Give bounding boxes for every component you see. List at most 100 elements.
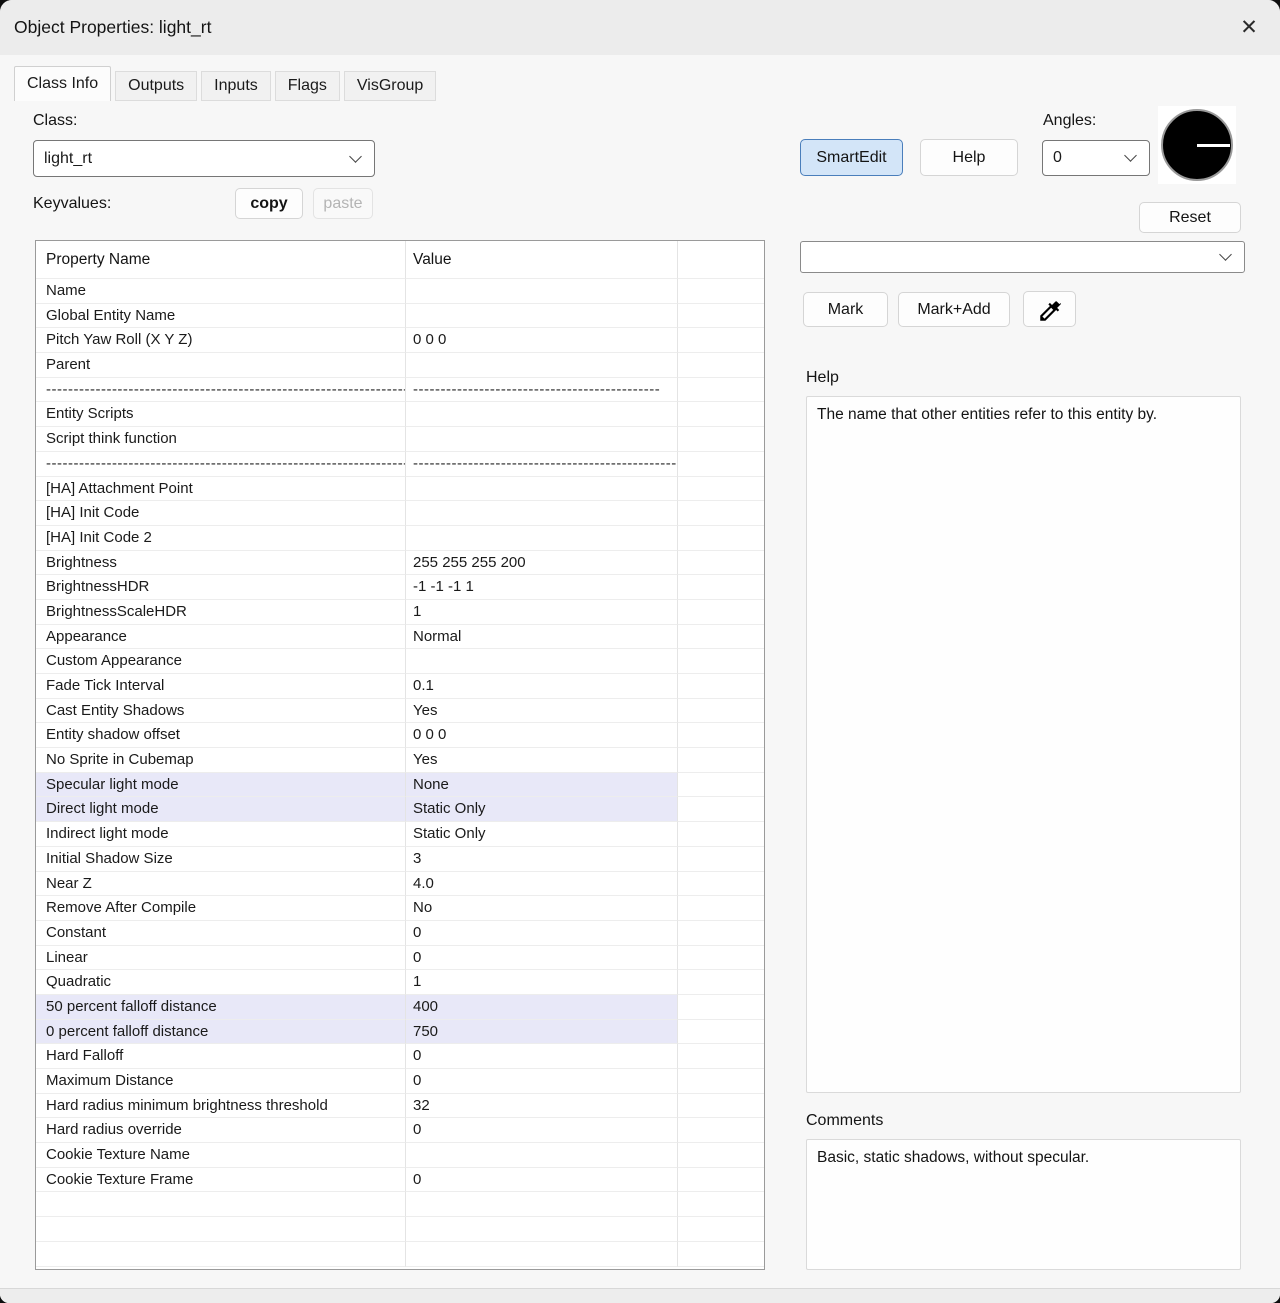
property-name-cell[interactable]: Pitch Yaw Roll (X Y Z) bbox=[36, 328, 406, 354]
property-value-cell[interactable]: 0 bbox=[406, 1044, 678, 1069]
table-row[interactable]: Quadratic 1 bbox=[36, 970, 764, 995]
table-row[interactable]: [HA] Attachment Point bbox=[36, 476, 764, 502]
property-name-cell[interactable]: Maximum Distance bbox=[36, 1069, 406, 1094]
property-value-cell[interactable]: ----------------------------------------… bbox=[406, 377, 678, 403]
property-name-cell[interactable]: BrightnessScaleHDR bbox=[36, 599, 406, 625]
property-value-cell[interactable]: 400 bbox=[406, 994, 678, 1020]
close-button[interactable]: ✕ bbox=[1232, 12, 1266, 44]
property-name-cell[interactable]: Brightness bbox=[36, 550, 406, 576]
property-value-cell[interactable] bbox=[406, 1217, 678, 1242]
tab-outputs[interactable]: Outputs bbox=[115, 71, 198, 101]
property-name-cell[interactable]: Entity shadow offset bbox=[36, 723, 406, 749]
property-value-cell[interactable]: Yes bbox=[406, 698, 678, 724]
table-row[interactable]: 0 percent falloff distance 750 bbox=[36, 1019, 764, 1045]
property-name-cell[interactable]: Constant bbox=[36, 920, 406, 946]
mark-button[interactable]: Mark bbox=[803, 292, 888, 327]
property-name-cell[interactable]: ----------------------------------------… bbox=[36, 377, 406, 403]
tab-class-info[interactable]: Class Info bbox=[14, 66, 112, 101]
tab-flags[interactable]: Flags bbox=[274, 71, 340, 101]
table-row[interactable]: Specular light mode None bbox=[36, 772, 764, 798]
table-row[interactable]: Entity Scripts bbox=[36, 402, 764, 428]
property-name-cell[interactable]: Initial Shadow Size bbox=[36, 846, 406, 872]
property-value-cell[interactable] bbox=[406, 476, 678, 502]
property-name-cell[interactable]: Indirect light mode bbox=[36, 822, 406, 847]
property-value-cell[interactable]: 0 bbox=[406, 1069, 678, 1094]
property-value-cell[interactable]: 0 bbox=[406, 1118, 678, 1144]
eyedropper-button[interactable] bbox=[1023, 291, 1076, 327]
table-row[interactable]: Pitch Yaw Roll (X Y Z) 0 0 0 bbox=[36, 328, 764, 354]
property-name-cell[interactable]: [HA] Init Code bbox=[36, 501, 406, 526]
property-name-cell[interactable]: Appearance bbox=[36, 624, 406, 650]
property-value-cell[interactable] bbox=[406, 1192, 678, 1218]
property-name-cell[interactable]: Hard radius minimum brightness threshold bbox=[36, 1093, 406, 1119]
table-row[interactable] bbox=[36, 1217, 764, 1242]
table-row[interactable]: BrightnessScaleHDR 1 bbox=[36, 599, 764, 625]
property-value-cell[interactable] bbox=[406, 303, 678, 329]
property-name-cell[interactable]: Hard Falloff bbox=[36, 1044, 406, 1069]
property-value-cell[interactable]: 0 0 0 bbox=[406, 723, 678, 749]
property-name-cell[interactable]: Hard radius override bbox=[36, 1118, 406, 1144]
property-value-cell[interactable]: 0 0 0 bbox=[406, 328, 678, 354]
smartedit-button[interactable]: SmartEdit bbox=[800, 139, 903, 176]
property-value-cell[interactable]: 3 bbox=[406, 846, 678, 872]
property-name-cell[interactable]: Cookie Texture Frame bbox=[36, 1167, 406, 1193]
property-value-cell[interactable] bbox=[406, 1143, 678, 1168]
property-value-cell[interactable]: Yes bbox=[406, 748, 678, 773]
property-name-cell[interactable]: 0 percent falloff distance bbox=[36, 1019, 406, 1045]
table-row[interactable]: Indirect light mode Static Only bbox=[36, 822, 764, 847]
property-name-cell[interactable]: Fade Tick Interval bbox=[36, 674, 406, 699]
property-name-cell[interactable]: Global Entity Name bbox=[36, 303, 406, 329]
table-row[interactable]: Cast Entity Shadows Yes bbox=[36, 698, 764, 724]
property-name-cell[interactable]: Cookie Texture Name bbox=[36, 1143, 406, 1168]
table-row[interactable]: No Sprite in Cubemap Yes bbox=[36, 748, 764, 773]
table-row[interactable]: Entity shadow offset 0 0 0 bbox=[36, 723, 764, 749]
property-name-cell[interactable]: Near Z bbox=[36, 871, 406, 897]
property-value-cell[interactable]: 4.0 bbox=[406, 871, 678, 897]
property-value-cell[interactable]: No bbox=[406, 896, 678, 921]
property-value-cell[interactable]: 0 bbox=[406, 920, 678, 946]
class-select[interactable]: light_rt bbox=[33, 140, 375, 177]
property-name-cell[interactable] bbox=[36, 1192, 406, 1218]
property-value-cell[interactable] bbox=[406, 279, 678, 304]
property-name-cell[interactable]: BrightnessHDR bbox=[36, 575, 406, 600]
property-value-cell[interactable]: 0 bbox=[406, 1167, 678, 1193]
property-name-cell[interactable]: Entity Scripts bbox=[36, 402, 406, 428]
property-value-cell[interactable]: 1 bbox=[406, 599, 678, 625]
property-value-cell[interactable] bbox=[406, 353, 678, 378]
property-name-cell[interactable]: [HA] Init Code 2 bbox=[36, 525, 406, 551]
property-value-cell[interactable]: 0.1 bbox=[406, 674, 678, 699]
table-row[interactable]: Linear 0 bbox=[36, 945, 764, 971]
table-row[interactable]: Appearance Normal bbox=[36, 624, 764, 650]
property-value-cell[interactable]: 750 bbox=[406, 1019, 678, 1045]
table-row[interactable]: Custom Appearance bbox=[36, 649, 764, 674]
property-name-cell[interactable]: Parent bbox=[36, 353, 406, 378]
property-value-cell[interactable]: 1 bbox=[406, 970, 678, 995]
property-value-cell[interactable] bbox=[406, 525, 678, 551]
property-name-cell[interactable]: Specular light mode bbox=[36, 772, 406, 798]
property-value-cell[interactable]: None bbox=[406, 772, 678, 798]
property-name-cell[interactable]: ----------------------------------------… bbox=[36, 451, 406, 477]
table-row[interactable]: Direct light mode Static Only bbox=[36, 797, 764, 823]
table-row[interactable]: Fade Tick Interval 0.1 bbox=[36, 674, 764, 699]
property-name-cell[interactable] bbox=[36, 1241, 406, 1267]
table-row[interactable]: Parent bbox=[36, 353, 764, 378]
tab-inputs[interactable]: Inputs bbox=[201, 71, 271, 101]
table-row[interactable]: Script think function bbox=[36, 427, 764, 452]
property-value-cell[interactable]: Normal bbox=[406, 624, 678, 650]
table-row[interactable]: [HA] Init Code 2 bbox=[36, 525, 764, 551]
table-row[interactable]: Maximum Distance 0 bbox=[36, 1069, 764, 1094]
property-value-cell[interactable] bbox=[406, 402, 678, 428]
table-row[interactable]: Hard radius minimum brightness threshold… bbox=[36, 1093, 764, 1119]
copy-button[interactable]: copy bbox=[235, 188, 303, 219]
angles-select[interactable]: 0 bbox=[1042, 140, 1150, 176]
property-name-cell[interactable]: Custom Appearance bbox=[36, 649, 406, 674]
property-value-cell[interactable] bbox=[406, 1241, 678, 1267]
property-name-cell[interactable]: Name bbox=[36, 279, 406, 304]
table-row[interactable]: Brightness 255 255 255 200 bbox=[36, 550, 764, 576]
property-name-cell[interactable]: Direct light mode bbox=[36, 797, 406, 823]
property-name-cell[interactable]: Script think function bbox=[36, 427, 406, 452]
table-row[interactable]: [HA] Init Code bbox=[36, 501, 764, 526]
property-value-cell[interactable]: 0 bbox=[406, 945, 678, 971]
table-row[interactable]: Global Entity Name bbox=[36, 303, 764, 329]
property-value-cell[interactable] bbox=[406, 427, 678, 452]
